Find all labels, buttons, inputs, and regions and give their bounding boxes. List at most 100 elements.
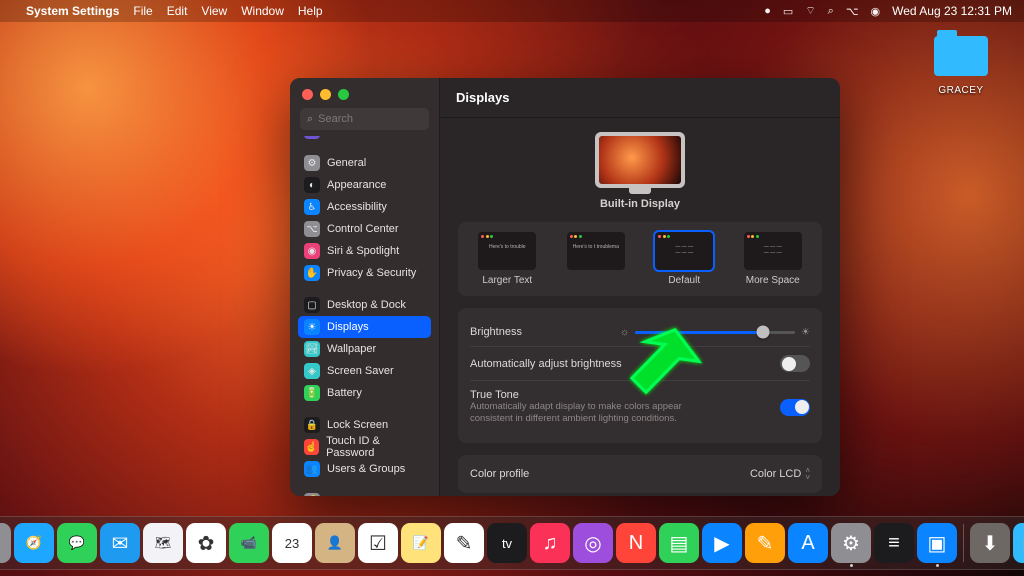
sidebar-list[interactable]: ⏱Screen Time⚙General◐Appearance♿︎Accessi…: [290, 136, 439, 496]
menu-clock[interactable]: Wed Aug 23 12:31 PM: [892, 4, 1012, 18]
dock-app-reminders[interactable]: ☑: [358, 523, 398, 563]
menu-bar: System Settings File Edit View Window He…: [0, 0, 1024, 22]
sidebar-icon: ☝: [304, 439, 319, 455]
system-settings-window: ⌕ Search ⏱Screen Time⚙General◐Appearance…: [290, 78, 840, 496]
dock-downloads[interactable]: ⬇: [970, 523, 1010, 563]
menu-help[interactable]: Help: [298, 4, 323, 18]
dock-app-messages[interactable]: 💬: [57, 523, 97, 563]
app-menu[interactable]: System Settings: [26, 4, 119, 18]
dock-app-numbers[interactable]: ▤: [659, 523, 699, 563]
dock-app-news[interactable]: N: [616, 523, 656, 563]
sidebar-item-desktop-dock[interactable]: ▢Desktop & Dock: [298, 294, 431, 316]
dock-app-zoom[interactable]: ▣: [917, 523, 957, 563]
truetone-toggle[interactable]: [780, 399, 810, 416]
battery-icon[interactable]: ▭: [783, 5, 793, 18]
sidebar-item-appearance[interactable]: ◐Appearance: [298, 174, 431, 196]
dock-app-freeform[interactable]: ✎: [444, 523, 484, 563]
sidebar-icon: 🏞: [304, 341, 320, 357]
recording-indicator-icon[interactable]: ●: [764, 5, 771, 17]
resolution-option[interactable]: Here's to troubleLarger Text: [470, 232, 545, 286]
dock-app-music[interactable]: ♫: [530, 523, 570, 563]
dock-app-photos[interactable]: ✿: [186, 523, 226, 563]
display-name: Built-in Display: [458, 198, 822, 210]
dock-app-notes[interactable]: 📝: [401, 523, 441, 563]
fullscreen-button[interactable]: [338, 89, 349, 100]
truetone-description: Automatically adapt display to make colo…: [470, 401, 720, 425]
sidebar-item-general[interactable]: ⚙General: [298, 152, 431, 174]
wifi-icon[interactable]: ⌔: [805, 4, 815, 18]
sidebar-item-passwords[interactable]: 🔑Passwords: [298, 490, 431, 496]
sidebar-item-lock-screen[interactable]: 🔒Lock Screen: [298, 414, 431, 436]
dock-app-maps[interactable]: 🗺: [143, 523, 183, 563]
dock-app-podcasts[interactable]: ◎: [573, 523, 613, 563]
desktop-folder-gracey[interactable]: GRACEY: [926, 36, 996, 98]
menu-file[interactable]: File: [133, 4, 152, 18]
page-title: Displays: [440, 78, 840, 118]
sidebar-icon: ⌥: [304, 221, 320, 237]
dock-app-calendar[interactable]: 23: [272, 523, 312, 563]
color-profile-select[interactable]: Color LCD ˄˅: [750, 467, 810, 481]
dock-app-system-settings[interactable]: ⚙: [831, 523, 871, 563]
window-controls: [290, 78, 439, 108]
auto-brightness-toggle[interactable]: [780, 355, 810, 372]
sidebar-icon: ⏱: [304, 136, 320, 139]
color-profile-label: Color profile: [470, 468, 529, 480]
dock-folder[interactable]: 📁: [1013, 523, 1024, 563]
sidebar-icon: ☀: [304, 319, 320, 335]
dock-app-tv[interactable]: tv: [487, 523, 527, 563]
folder-icon: [934, 36, 988, 76]
dock-app-app-store[interactable]: A: [788, 523, 828, 563]
brightness-label: Brightness: [470, 326, 522, 338]
menu-view[interactable]: View: [201, 4, 227, 18]
sidebar-icon: ✋: [304, 265, 320, 281]
dock-app-mail[interactable]: ✉: [100, 523, 140, 563]
resolution-option[interactable]: — — —— — —More Space: [736, 232, 811, 286]
siri-icon[interactable]: ◉: [871, 5, 881, 18]
minimize-button[interactable]: [320, 89, 331, 100]
menu-window[interactable]: Window: [241, 4, 284, 18]
dock-app-facetime[interactable]: 📹: [229, 523, 269, 563]
sidebar: ⌕ Search ⏱Screen Time⚙General◐Appearance…: [290, 78, 440, 496]
resolution-panel: Here's to troubleLarger Text Here's to t …: [458, 222, 822, 296]
brightness-low-icon: ☼: [620, 327, 629, 338]
dock-app-keynote[interactable]: ▶: [702, 523, 742, 563]
menu-edit[interactable]: Edit: [167, 4, 188, 18]
sidebar-icon: 👥: [304, 461, 320, 477]
brightness-slider[interactable]: ☼ ☀: [620, 327, 810, 338]
sidebar-item-displays[interactable]: ☀Displays: [298, 316, 431, 338]
sidebar-item-siri-spotlight[interactable]: ◉Siri & Spotlight: [298, 240, 431, 262]
displays-pane: Built-in Display Here's to troubleLarger…: [440, 118, 840, 496]
sidebar-icon: ⚙: [304, 155, 320, 171]
sidebar-item-control-center[interactable]: ⌥Control Center: [298, 218, 431, 240]
sidebar-item-wallpaper[interactable]: 🏞Wallpaper: [298, 338, 431, 360]
dock-app-pages[interactable]: ✎: [745, 523, 785, 563]
chevron-updown-icon: ˄˅: [805, 467, 810, 481]
color-profile-panel: Color profile Color LCD ˄˅: [458, 455, 822, 493]
truetone-label: True Tone: [470, 389, 720, 401]
sidebar-item-privacy-security[interactable]: ✋Privacy & Security: [298, 262, 431, 284]
auto-brightness-label: Automatically adjust brightness: [470, 358, 622, 370]
close-button[interactable]: [302, 89, 313, 100]
dock-app-contacts[interactable]: 👤: [315, 523, 355, 563]
resolution-option[interactable]: — — —— — —Default: [647, 232, 722, 286]
sidebar-icon: 🔋: [304, 385, 320, 401]
spotlight-icon[interactable]: ⌕: [828, 5, 834, 18]
dock-app-safari[interactable]: 🧭: [14, 523, 54, 563]
sidebar-item-battery[interactable]: 🔋Battery: [298, 382, 431, 404]
sidebar-icon: ◈: [304, 363, 320, 379]
sidebar-icon: ♿︎: [304, 199, 320, 215]
sidebar-item-screen-saver[interactable]: ◈Screen Saver: [298, 360, 431, 382]
sidebar-item-touch-id-password[interactable]: ☝Touch ID & Password: [298, 436, 431, 458]
search-input[interactable]: ⌕ Search: [300, 108, 429, 130]
sidebar-icon: 🔑: [304, 493, 320, 496]
dock-app-launchpad[interactable]: ▦: [0, 523, 11, 563]
sidebar-item-users-groups[interactable]: 👥Users & Groups: [298, 458, 431, 480]
sidebar-icon: ◐: [304, 177, 320, 193]
sidebar-icon: ◉: [304, 243, 320, 259]
search-icon: ⌕: [307, 113, 313, 126]
folder-label: GRACEY: [938, 85, 983, 96]
dock-app-ableton[interactable]: ≡: [874, 523, 914, 563]
resolution-option[interactable]: Here's to t troublema: [559, 232, 634, 286]
control-center-icon[interactable]: ⌥: [846, 5, 859, 18]
sidebar-item-accessibility[interactable]: ♿︎Accessibility: [298, 196, 431, 218]
